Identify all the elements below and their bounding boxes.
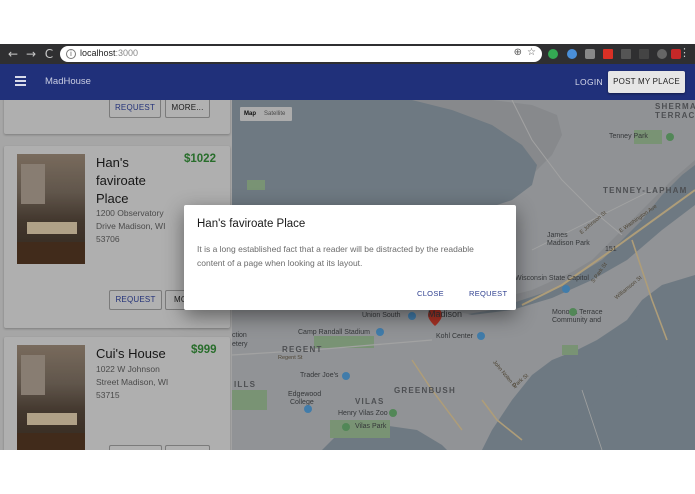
extension-red-icon[interactable] xyxy=(603,49,613,59)
browser-menu-icon[interactable]: ⋮ xyxy=(679,46,690,59)
extension-circle-icon[interactable] xyxy=(657,49,667,59)
bookmark-star-icon[interactable]: ☆ xyxy=(527,47,536,58)
extension-blue-icon[interactable] xyxy=(567,49,577,59)
browser-toolbar: ← → C i localhost:3000 ⊕ ☆ ⋮ xyxy=(0,44,695,64)
extension-code-icon[interactable] xyxy=(639,49,649,59)
extension-green-icon[interactable] xyxy=(548,49,558,59)
reload-icon[interactable]: C xyxy=(42,47,56,61)
screenshot-stage: ← → C i localhost:3000 ⊕ ☆ ⋮ MadHouse LO… xyxy=(0,0,695,494)
listing-dialog: Han's faviroate Place It is a long estab… xyxy=(184,205,516,310)
url-port: :3000 xyxy=(115,48,139,58)
post-my-place-button[interactable]: POST MY PLACE xyxy=(608,71,685,93)
dialog-request-button[interactable]: REQUEST xyxy=(469,289,507,298)
back-icon[interactable]: ← xyxy=(6,47,20,61)
address-bar[interactable]: i localhost:3000 ⊕ ☆ xyxy=(60,46,542,62)
hamburger-menu-icon[interactable] xyxy=(15,76,26,86)
url-text: localhost:3000 xyxy=(80,48,138,58)
extension-pen-icon[interactable] xyxy=(621,49,631,59)
login-button[interactable]: LOGIN xyxy=(575,77,603,87)
forward-icon[interactable]: → xyxy=(24,47,38,61)
dialog-body: It is a long established fact that a rea… xyxy=(197,244,474,268)
info-icon[interactable]: i xyxy=(66,49,76,59)
extension-gray-icon[interactable] xyxy=(585,49,595,59)
location-icon[interactable]: ⊕ xyxy=(514,47,522,58)
url-host: localhost xyxy=(80,48,116,58)
brand-title[interactable]: MadHouse xyxy=(45,76,91,87)
app-bar: MadHouse LOGIN POST MY PLACE xyxy=(0,64,695,100)
dialog-title: Han's faviroate Place xyxy=(197,218,306,230)
dialog-close-button[interactable]: CLOSE xyxy=(417,289,444,298)
